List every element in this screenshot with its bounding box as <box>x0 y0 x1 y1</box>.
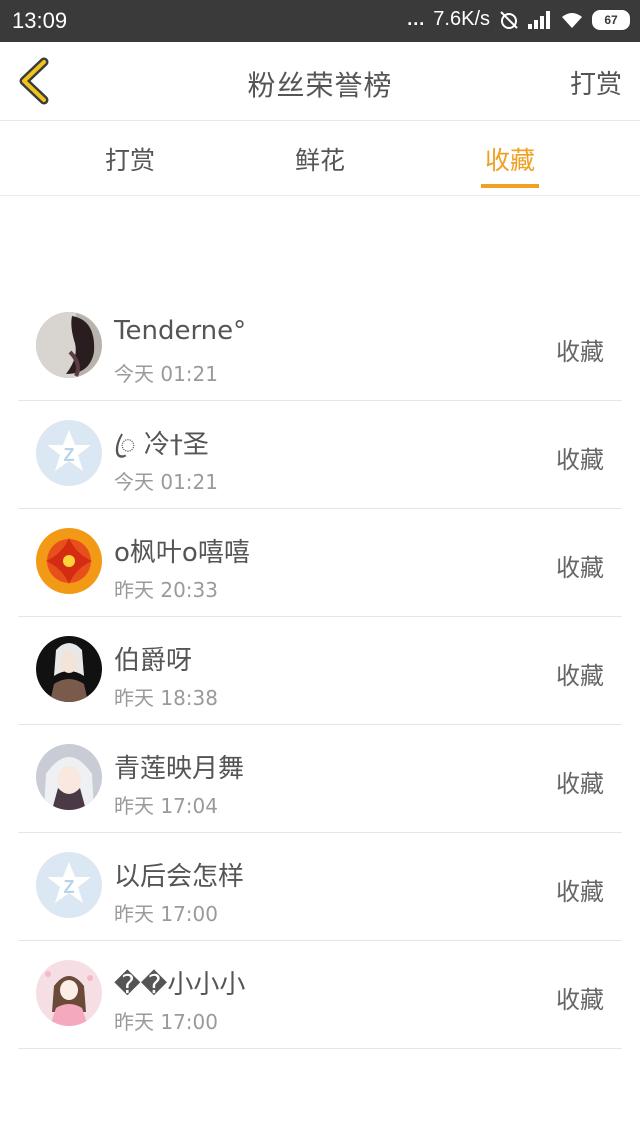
alarm-off-icon <box>500 10 518 29</box>
user-name: 以后会怎样 <box>114 862 245 892</box>
title-bar: 粉丝荣誉榜 打赏 <box>0 42 640 121</box>
user-name: 伯爵呀 <box>114 646 193 676</box>
avatar <box>36 636 102 702</box>
status-right: ... 7.6K/s 67 <box>407 8 630 31</box>
page-title: 粉丝荣誉榜 <box>247 69 393 102</box>
favorite-label: 收藏 <box>556 986 604 1014</box>
avatar <box>36 312 102 378</box>
tab-flowers[interactable]: 鲜花 <box>260 141 380 177</box>
svg-text:Z: Z <box>64 445 75 465</box>
avatar <box>36 744 102 810</box>
avatar <box>36 528 102 594</box>
network-speed: 7.6K/s <box>433 8 490 30</box>
timestamp: 昨天 20:33 <box>114 578 218 602</box>
favorite-label: 收藏 <box>556 878 604 906</box>
user-name: 青莲映月舞 <box>114 754 245 784</box>
favorite-label: 收藏 <box>556 446 604 474</box>
user-name: ��小小小 <box>114 970 246 1000</box>
reward-button[interactable]: 打赏 <box>570 64 622 101</box>
avatar <box>36 960 102 1026</box>
list-item[interactable]: 青莲映月舞 昨天 17:04 收藏 <box>18 724 622 833</box>
battery-icon: 67 <box>592 9 630 30</box>
status-bar: 13:09 ... 7.6K/s 67 <box>0 0 640 42</box>
timestamp: 今天 01:21 <box>114 362 218 386</box>
list-item[interactable]: Z ꦿ 冷†圣 今天 01:21 收藏 <box>18 400 622 509</box>
list-item[interactable]: 伯爵呀 昨天 18:38 收藏 <box>18 616 622 725</box>
favorite-label: 收藏 <box>556 338 604 366</box>
user-name: o枫叶o嘻嘻 <box>114 538 250 568</box>
avatar: Z <box>36 852 102 918</box>
timestamp: 昨天 17:00 <box>114 1010 218 1034</box>
tab-favorites[interactable]: 收藏 <box>450 141 570 177</box>
favorite-label: 收藏 <box>556 554 604 582</box>
wifi-icon <box>562 12 582 28</box>
tab-indicator <box>481 184 539 188</box>
status-time: 13:09 <box>12 8 68 33</box>
favorite-label: 收藏 <box>556 770 604 798</box>
list-item[interactable]: Tenderne° 今天 01:21 收藏 <box>18 292 622 401</box>
favorite-label: 收藏 <box>556 662 604 690</box>
tab-bar: 打赏 鲜花 收藏 <box>0 121 640 196</box>
list-item[interactable]: ��小小小 昨天 17:00 收藏 <box>18 940 622 1049</box>
timestamp: 昨天 17:04 <box>114 794 218 818</box>
status-dots: ... <box>407 9 426 29</box>
list-item[interactable]: o枫叶o嘻嘻 昨天 20:33 收藏 <box>18 508 622 617</box>
list-item[interactable]: Z 以后会怎样 昨天 17:00 收藏 <box>18 832 622 941</box>
timestamp: 昨天 17:00 <box>114 902 218 926</box>
svg-text:Z: Z <box>64 877 75 897</box>
timestamp: 今天 01:21 <box>114 470 218 494</box>
signal-icon <box>528 10 552 29</box>
user-name: Tenderne° <box>114 316 247 346</box>
timestamp: 昨天 18:38 <box>114 686 218 710</box>
avatar: Z <box>36 420 102 486</box>
tab-reward[interactable]: 打赏 <box>70 141 190 177</box>
